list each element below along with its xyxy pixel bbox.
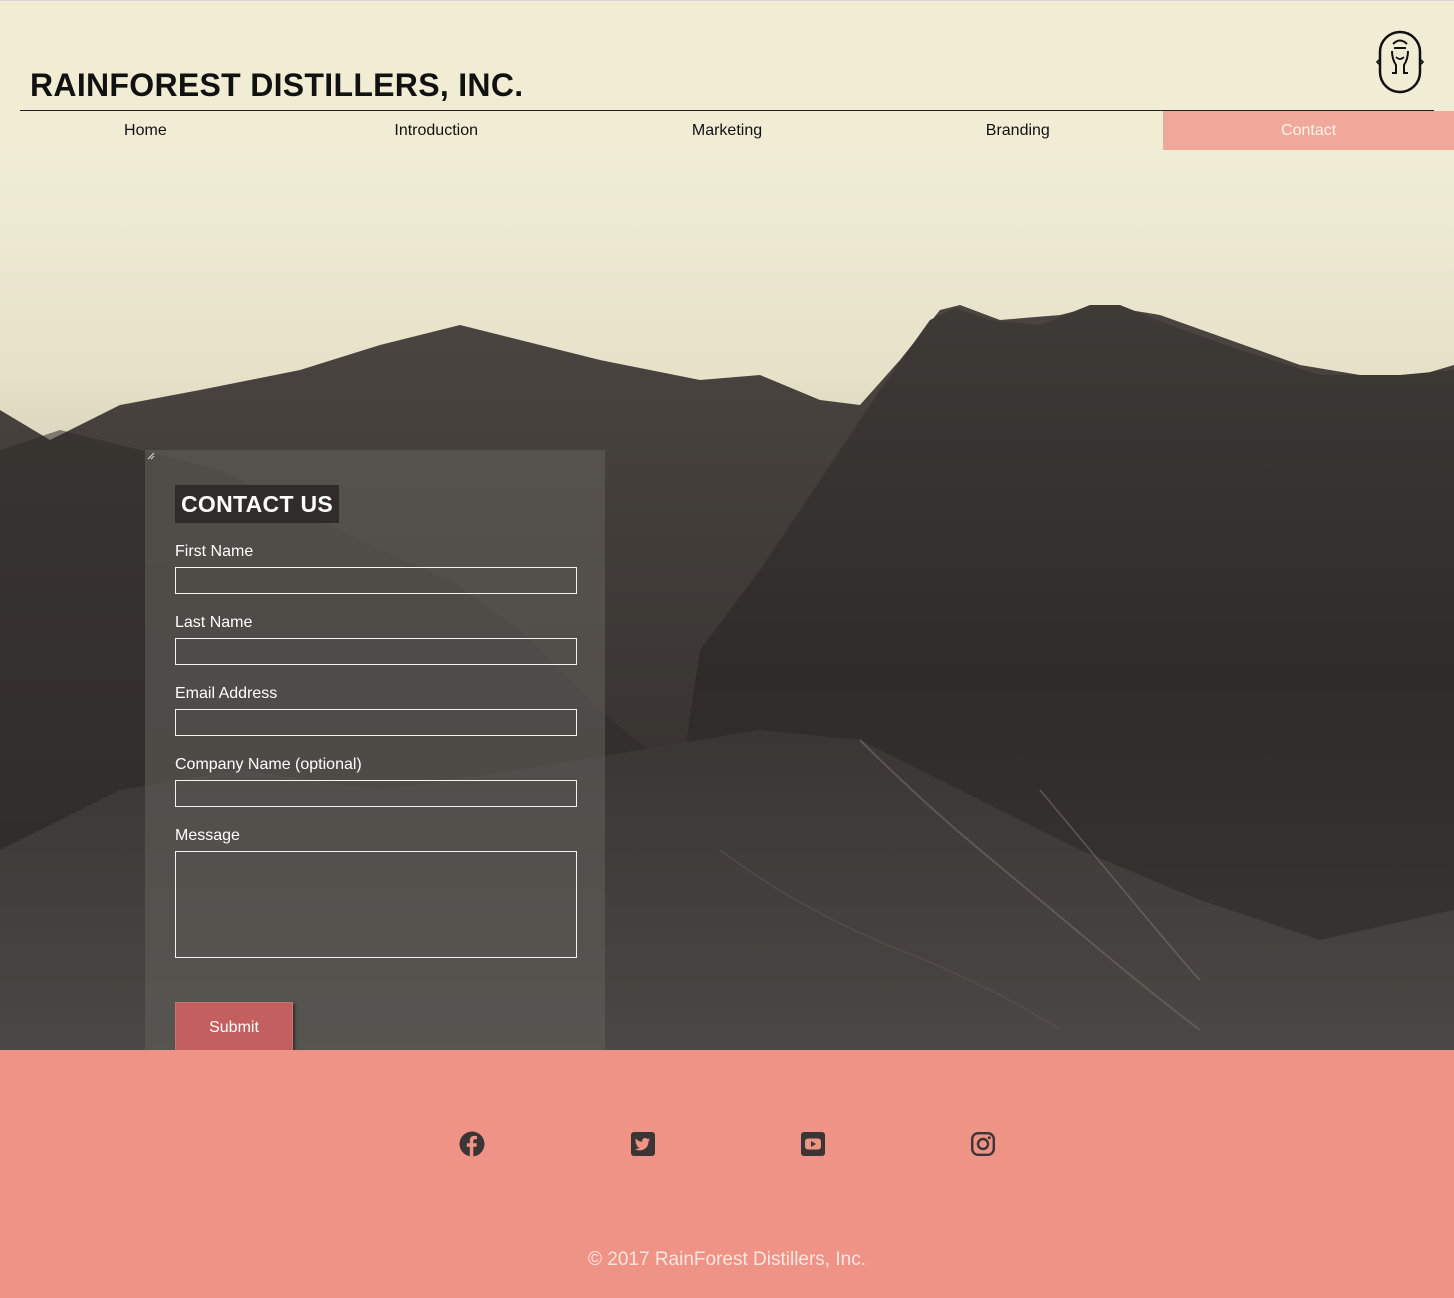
resize-handle-icon[interactable] [145,450,155,460]
copyright-text: © 2017 RainForest Distillers, Inc. [588,1249,866,1270]
bottle-logo-icon[interactable] [1376,29,1424,95]
contact-form-panel: CONTACT US First Name Last Name Email Ad… [145,450,605,1050]
last-name-input[interactable] [175,638,577,665]
nav-branding[interactable]: Branding [872,111,1163,151]
nav-contact[interactable]: Contact [1163,111,1454,151]
company-name-label: Company Name (optional) [175,756,362,773]
nav-home[interactable]: Home [0,111,291,151]
submit-button[interactable]: Submit [175,1002,293,1050]
facebook-icon[interactable] [459,1131,485,1157]
nav-marketing[interactable]: Marketing [582,111,873,151]
youtube-icon[interactable] [800,1131,826,1157]
email-label: Email Address [175,685,278,702]
hero-mountain-background: CONTACT US First Name Last Name Email Ad… [0,150,1454,1050]
message-label: Message [175,827,240,844]
main-nav: Home Introduction Marketing Branding Con… [0,111,1454,151]
first-name-input[interactable] [175,567,577,594]
contact-heading: CONTACT US [175,485,340,523]
email-input[interactable] [175,709,577,736]
site-footer: © 2017 RainForest Distillers, Inc. [0,1050,1454,1298]
company-name-input[interactable] [175,780,577,807]
message-textarea[interactable] [175,851,577,958]
instagram-icon[interactable] [970,1131,996,1157]
last-name-label: Last Name [175,614,253,631]
nav-introduction[interactable]: Introduction [291,111,582,151]
site-title: RAINFOREST DISTILLERS, INC. [30,67,524,103]
site-header: RAINFOREST DISTILLERS, INC. Home Introdu… [0,0,1454,151]
twitter-icon[interactable] [630,1131,656,1157]
first-name-label: First Name [175,543,254,560]
